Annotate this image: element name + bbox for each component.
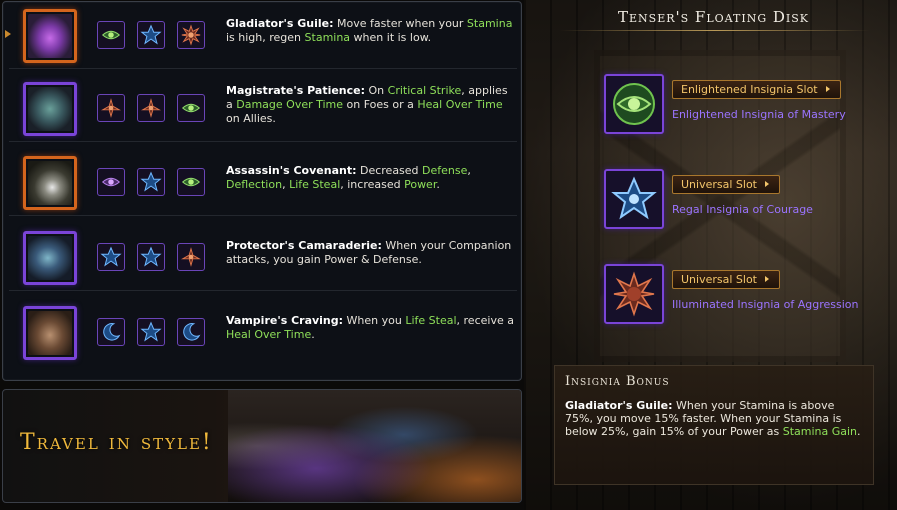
- mount-bonus-description: Gladiator's Guile: Move faster when your…: [226, 17, 513, 44]
- mount-portrait: [23, 156, 77, 210]
- promo-banner[interactable]: Travel in style!: [2, 389, 522, 503]
- chevron-right-icon: [765, 181, 769, 187]
- burst-insignia-icon[interactable]: [604, 264, 664, 324]
- chevron-right-icon: [765, 276, 769, 282]
- star-insignia-icon[interactable]: [604, 169, 664, 229]
- slot-type-button[interactable]: Universal Slot: [672, 270, 780, 289]
- moon-insignia-icon: [97, 318, 125, 346]
- mount-portrait: [23, 82, 77, 136]
- mounts-artwork: [228, 390, 521, 502]
- eye-insignia-icon: [97, 21, 125, 49]
- mount-portrait: [23, 231, 77, 285]
- mount-bonus-description: Vampire's Craving: When you Life Steal, …: [226, 314, 514, 341]
- insignia-name: Enlightened Insignia of Mastery: [672, 108, 846, 121]
- eye-insignia-icon[interactable]: [604, 74, 664, 134]
- eye-insignia-icon: [177, 168, 205, 196]
- mount-title: Tenser's Floating Disk: [618, 8, 809, 26]
- star-insignia-icon: [97, 243, 125, 271]
- insignia-name: Regal Insignia of Courage: [672, 203, 813, 216]
- mount-bonus-row[interactable]: Vampire's Craving: When you Life Steal, …: [9, 299, 517, 365]
- insignia-slot-3: Universal Slot Illuminated Insignia of A…: [604, 264, 894, 326]
- mount-bonus-description: Magistrate's Patience: On Critical Strik…: [226, 84, 508, 125]
- star-insignia-icon: [137, 243, 165, 271]
- title-divider: [560, 30, 870, 31]
- banner-tagline: Travel in style!: [20, 430, 213, 455]
- chevron-right-icon: [825, 86, 830, 92]
- star-insignia-icon: [137, 318, 165, 346]
- triskelion-insignia-icon: [177, 243, 205, 271]
- mount-bonus-list: Gladiator's Guile: Move faster when your…: [2, 1, 522, 381]
- insignia-bonus-text: Gladiator's Guile: When your Stamina is …: [565, 399, 861, 438]
- mount-bonus-row[interactable]: Protector's Camaraderie: When your Compa…: [9, 224, 517, 291]
- triskelion-insignia-icon: [137, 94, 165, 122]
- moon-insignia-icon: [177, 318, 205, 346]
- insignia-slot-1: Enlightened Insignia Slot Enlightened In…: [604, 74, 894, 136]
- star-insignia-icon: [137, 21, 165, 49]
- insignia-bonus-title: Insignia Bonus: [565, 374, 670, 389]
- eye-insignia-icon: [97, 168, 125, 196]
- mount-bonus-row[interactable]: Assassin's Covenant: Decreased Defense, …: [9, 149, 517, 216]
- insignia-name: Illuminated Insignia of Aggression: [672, 298, 859, 311]
- mount-bonus-row[interactable]: Gladiator's Guile: Move faster when your…: [5, 2, 517, 69]
- slot-type-button[interactable]: Enlightened Insignia Slot: [672, 80, 841, 99]
- slot-type-button[interactable]: Universal Slot: [672, 175, 780, 194]
- mount-portrait: [23, 306, 77, 360]
- mount-bonus-description: Protector's Camaraderie: When your Compa…: [226, 239, 512, 266]
- mount-portrait: [23, 9, 77, 63]
- insignia-slot-2: Universal Slot Regal Insignia of Courage: [604, 169, 894, 231]
- eye-insignia-icon: [177, 94, 205, 122]
- mount-bonus-description: Assassin's Covenant: Decreased Defense, …: [226, 164, 471, 191]
- star-insignia-icon: [137, 168, 165, 196]
- burst-insignia-icon: [177, 21, 205, 49]
- mount-bonus-row[interactable]: Magistrate's Patience: On Critical Strik…: [9, 75, 517, 142]
- triskelion-insignia-icon: [97, 94, 125, 122]
- insignia-bonus-panel: Insignia Bonus Gladiator's Guile: When y…: [554, 365, 874, 485]
